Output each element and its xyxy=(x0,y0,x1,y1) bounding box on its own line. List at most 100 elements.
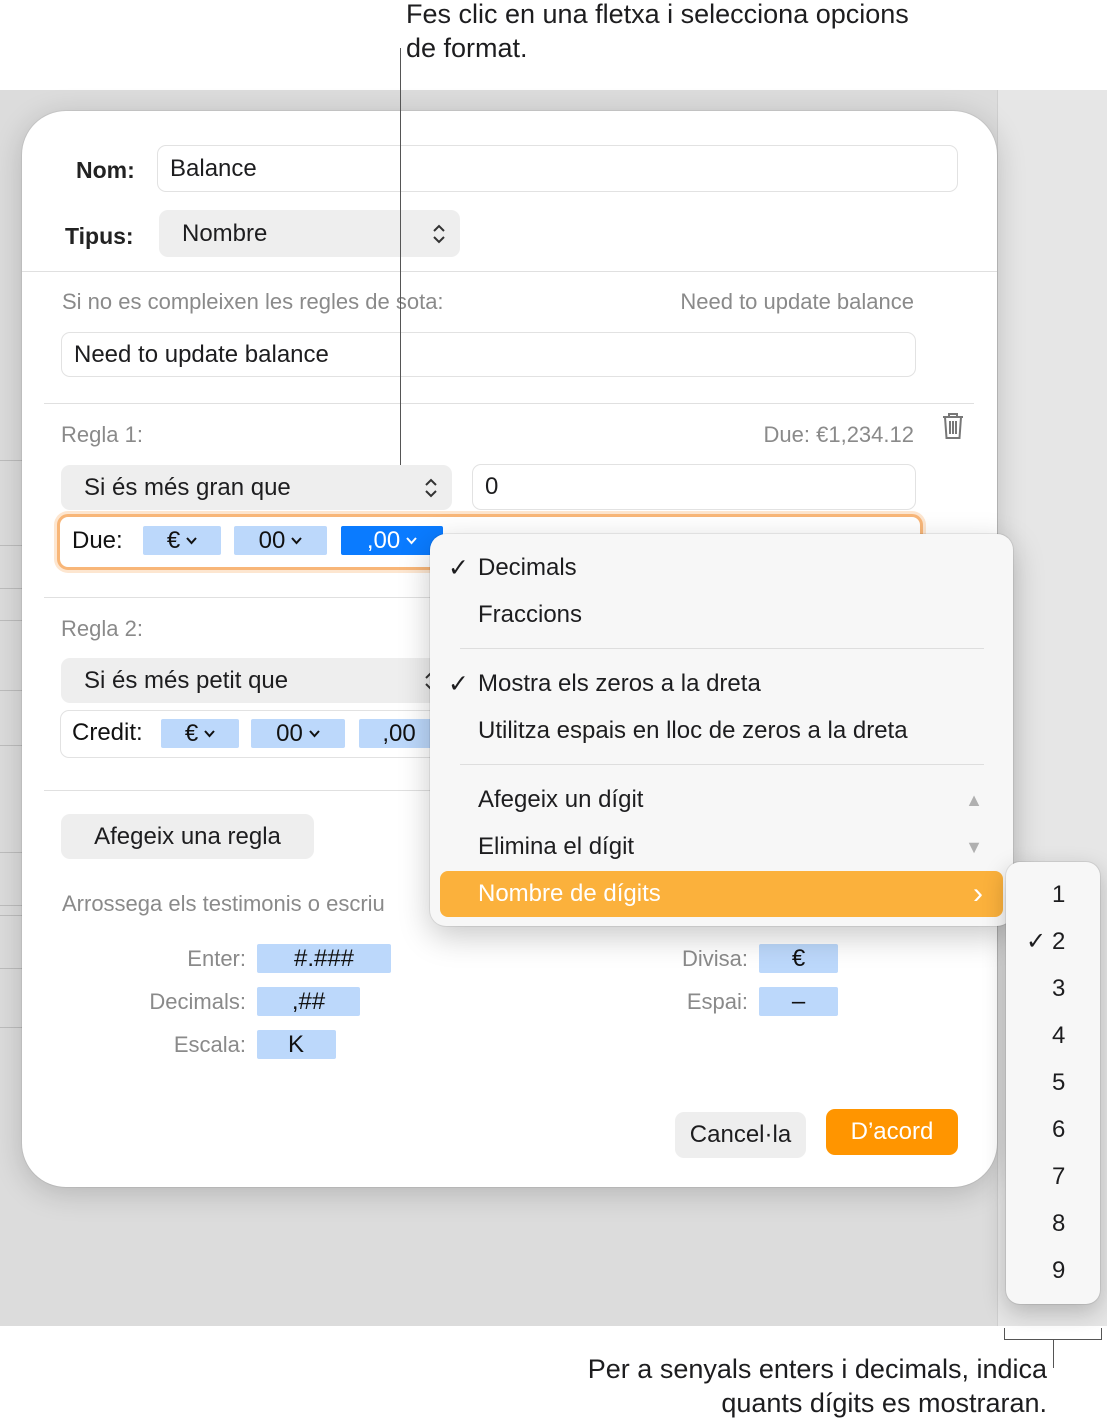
submenu-item-label: 2 xyxy=(1052,927,1066,955)
submenu-item-label: 4 xyxy=(1052,1021,1066,1049)
checkmark-icon: ✓ xyxy=(448,554,469,582)
name-label: Nom: xyxy=(76,157,135,183)
rule1-value-field[interactable]: 0 xyxy=(472,464,916,510)
currency-token-text: € xyxy=(166,526,181,554)
decimal-token-text: ,00 xyxy=(382,719,416,747)
rule-divider xyxy=(44,790,464,791)
submenu-item-5[interactable]: 5 xyxy=(1006,1059,1100,1106)
menu-item-decimals[interactable]: ✓ Decimals xyxy=(430,548,1013,588)
decimal-token[interactable]: ,00 xyxy=(341,526,443,555)
integer-token[interactable]: 00 xyxy=(251,719,345,748)
chevron-down-icon xyxy=(186,536,197,544)
menu-item-label: Fraccions xyxy=(478,601,583,628)
menu-item-add-digit[interactable]: Afegeix un dígit ▲ xyxy=(430,780,1013,820)
up-down-chevron-icon xyxy=(433,224,445,243)
currency-palette-label: Divisa: xyxy=(681,946,748,971)
currency-token[interactable]: € xyxy=(143,526,221,555)
decimals-palette-token[interactable]: ,## xyxy=(257,987,360,1016)
menu-item-label: Afegeix un dígit xyxy=(478,786,644,813)
fallback-field[interactable]: Need to update balance xyxy=(61,332,916,377)
decimal-token[interactable]: ,00 xyxy=(359,719,439,748)
rule1-label: Regla 1: xyxy=(61,422,143,447)
currency-token[interactable]: € xyxy=(161,719,239,748)
type-label: Tipus: xyxy=(65,223,134,249)
integer-palette-token[interactable]: #.### xyxy=(257,944,391,973)
callout-leader-line xyxy=(400,48,401,465)
backdrop-line xyxy=(0,588,22,589)
submenu-item-9[interactable]: 9 xyxy=(1006,1247,1100,1294)
trash-icon[interactable] xyxy=(940,411,966,441)
decimal-token-text: ,00 xyxy=(366,526,401,554)
backdrop-line xyxy=(0,690,22,691)
backdrop-line xyxy=(0,545,22,546)
integer-palette-label: Enter: xyxy=(187,946,246,971)
chevron-down-icon xyxy=(291,536,303,544)
menu-item-number-of-digits[interactable]: Nombre de dígits › xyxy=(440,871,1003,917)
drag-hint: Arrossega els testimonis o escriu xyxy=(62,891,385,916)
rule2-condition-popup[interactable]: Si és més petit que xyxy=(61,658,452,703)
fallback-field-value: Need to update balance xyxy=(74,340,329,368)
integer-token[interactable]: 00 xyxy=(234,526,327,555)
backdrop-line xyxy=(0,915,22,916)
digit-count-submenu: 1 ✓ 2 3 4 5 6 7 8 9 xyxy=(1006,862,1100,1304)
chevron-down-icon xyxy=(309,729,320,737)
chevron-right-icon: › xyxy=(973,877,983,910)
submenu-item-6[interactable]: 6 xyxy=(1006,1106,1100,1153)
rule2-format-field[interactable]: Credit: € 00 ,00 xyxy=(60,710,462,758)
chevron-down-icon xyxy=(204,729,215,737)
rule1-condition-popup[interactable]: Si és més gran que xyxy=(61,465,452,510)
rule2-label: Regla 2: xyxy=(61,616,143,641)
backdrop-line xyxy=(0,968,22,969)
space-palette-label: Espai: xyxy=(686,989,748,1014)
rule1-condition-value: Si és més gran que xyxy=(84,473,291,501)
type-popup-value: Nombre xyxy=(182,219,268,247)
rule1-format-label: Due: xyxy=(72,527,123,554)
checkmark-icon: ✓ xyxy=(448,670,469,698)
fallback-label: Si no es compleixen les regles de sota: xyxy=(62,289,444,314)
menu-item-show-trailing-zeros[interactable]: ✓ Mostra els zeros a la dreta xyxy=(430,664,1013,704)
scale-palette-token[interactable]: K xyxy=(257,1030,336,1059)
fallback-preview: Need to update balance xyxy=(680,289,914,314)
up-down-chevron-icon xyxy=(425,478,437,497)
menu-item-label: Nombre de dígits xyxy=(478,880,661,907)
backdrop-line xyxy=(0,852,22,853)
submenu-item-label: 8 xyxy=(1052,1209,1066,1237)
backdrop-line xyxy=(0,620,22,621)
menu-item-fractions[interactable]: Fraccions xyxy=(430,595,1013,635)
submenu-item-label: 1 xyxy=(1052,880,1066,908)
submenu-item-label: 9 xyxy=(1052,1256,1066,1284)
submenu-item-label: 5 xyxy=(1052,1068,1066,1096)
menu-item-label: Mostra els zeros a la dreta xyxy=(478,670,761,697)
menu-separator xyxy=(460,764,984,765)
chevron-down-icon xyxy=(406,536,417,544)
rule2-condition-value: Si és més petit que xyxy=(84,666,289,694)
menu-item-label: Elimina el dígit xyxy=(478,833,635,860)
type-popup[interactable]: Nombre xyxy=(159,210,460,257)
arrow-up-icon: ▲ xyxy=(965,789,983,810)
backdrop-line xyxy=(0,1027,22,1028)
menu-item-remove-digit[interactable]: Elimina el dígit ▼ xyxy=(430,827,1013,867)
rule1-value: 0 xyxy=(485,473,499,500)
submenu-item-label: 7 xyxy=(1052,1162,1066,1190)
cancel-button[interactable]: Cancel·la xyxy=(675,1112,806,1158)
decimals-palette-label: Decimals: xyxy=(149,989,246,1014)
submenu-item-8[interactable]: 8 xyxy=(1006,1200,1100,1247)
submenu-item-7[interactable]: 7 xyxy=(1006,1153,1100,1200)
ok-button[interactable]: D’acord xyxy=(826,1109,958,1155)
currency-palette-token[interactable]: € xyxy=(759,944,838,973)
submenu-item-3[interactable]: 3 xyxy=(1006,965,1100,1012)
callout-leader-line xyxy=(1053,1339,1054,1368)
menu-item-use-spaces[interactable]: Utilitza espais en lloc de zeros a la dr… xyxy=(430,711,1013,751)
menu-item-label: Decimals xyxy=(478,554,577,581)
submenu-item-1[interactable]: 1 xyxy=(1006,871,1100,918)
checkmark-icon: ✓ xyxy=(1026,928,1047,955)
callout-bottom: Per a senyals enters i decimals, indica … xyxy=(587,1354,1047,1418)
name-field[interactable]: Balance xyxy=(157,145,958,192)
rule2-format-label: Credit: xyxy=(72,719,143,746)
currency-token-text: € xyxy=(184,719,199,747)
submenu-item-2[interactable]: ✓ 2 xyxy=(1006,918,1100,965)
add-rule-button[interactable]: Afegeix una regla xyxy=(61,814,314,859)
section-divider xyxy=(22,271,997,272)
submenu-item-4[interactable]: 4 xyxy=(1006,1012,1100,1059)
space-palette-token[interactable]: – xyxy=(759,987,838,1016)
